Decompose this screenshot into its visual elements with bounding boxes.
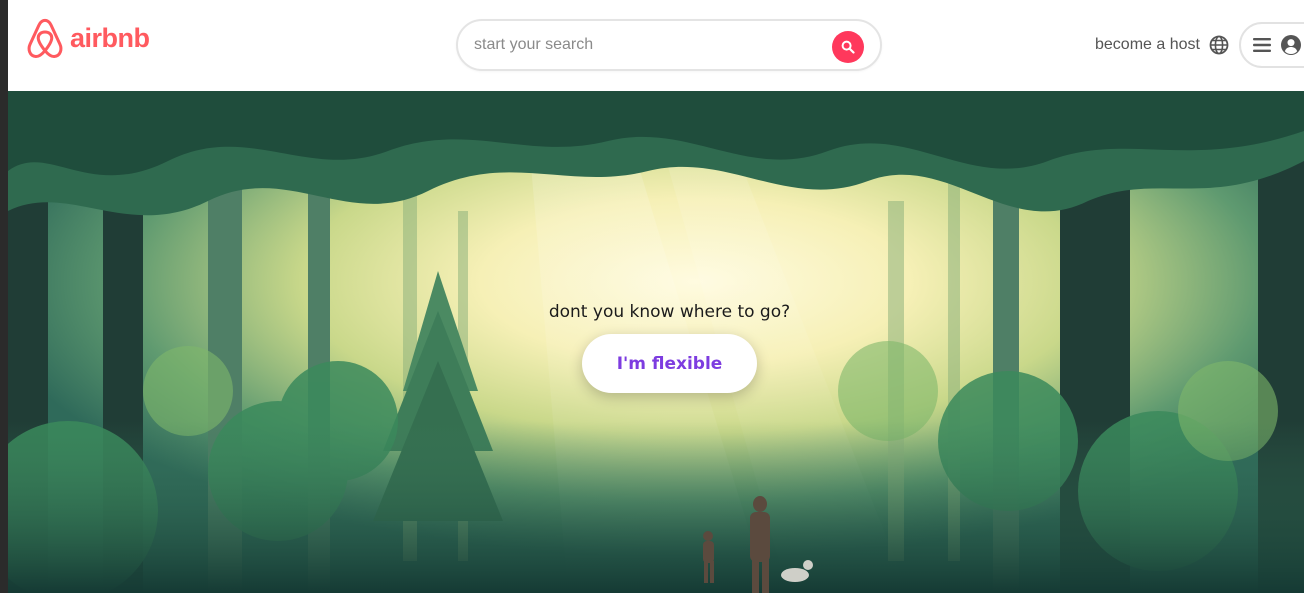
brand-name: airbnb [70,22,150,53]
search-input[interactable] [458,36,818,54]
search-bar[interactable] [456,19,882,71]
hero-prompt: dont you know where to go? [548,302,791,322]
logo-link[interactable]: airbnb [26,18,150,60]
window-left-edge [0,0,8,593]
hero-banner: dont you know where to go? I'm flexible [8,91,1304,593]
user-circle-icon [1281,35,1301,55]
top-nav: airbnb become a host [8,0,1304,91]
page: airbnb become a host [8,0,1304,593]
become-host-link[interactable]: become a host [1095,36,1200,54]
im-flexible-button[interactable]: I'm flexible [582,334,757,393]
search-icon [841,40,855,54]
search-button[interactable] [832,31,864,63]
airbnb-logo-icon [27,18,63,59]
user-menu-button[interactable] [1239,22,1304,68]
hamburger-menu-icon [1253,38,1271,52]
globe-icon[interactable] [1208,34,1230,56]
